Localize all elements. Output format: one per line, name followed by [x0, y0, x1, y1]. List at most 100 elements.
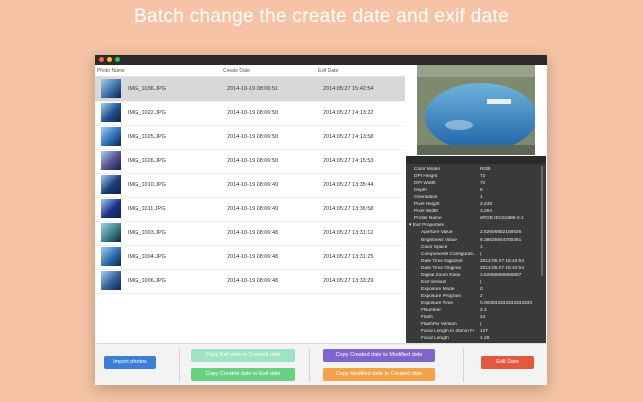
zoom-window-button[interactable] — [115, 57, 120, 62]
photo-name-cell: IMG_1025.JPG — [128, 134, 166, 140]
metadata-key: Exposure Program — [421, 293, 461, 299]
metadata-value: 2,448 — [480, 202, 493, 208]
photo-thumbnail — [101, 247, 121, 266]
create-date-cell: 2014-10-19 08:06:50 — [227, 110, 279, 116]
metadata-value: ( — [480, 279, 482, 285]
metadata-value: 1 — [480, 195, 483, 201]
metadata-key: Date Time Digitized — [421, 258, 463, 264]
title-bar — [95, 55, 547, 65]
import-photos-button[interactable]: Import photos — [104, 356, 156, 369]
edit-date-button[interactable]: Edit Date — [481, 356, 534, 369]
metadata-row: Exposure Program 2 — [406, 294, 540, 301]
minimize-window-button[interactable] — [107, 57, 112, 62]
metadata-row[interactable]: ▾ Exif Properties — [406, 223, 540, 230]
metadata-row: DPI Width 72 — [406, 181, 540, 188]
metadata-row: Focal Length 4.28 — [406, 336, 540, 343]
photo-thumbnail — [101, 175, 121, 194]
metadata-row: Color Space 1 — [406, 245, 540, 252]
metadata-value: 2.4 — [480, 308, 487, 313]
photo-name-cell: IMG_1010.JPG — [128, 182, 166, 188]
photo-thumbnail — [101, 223, 121, 242]
table-row[interactable]: IMG_1026.JPG 2014-10-19 08:06:50 2014:05:2… — [95, 149, 405, 174]
exif-date-cell: 2014:05:27 13:31:25 — [323, 254, 374, 260]
metadata-row: Exif Version ( — [406, 280, 540, 287]
copy-created-to-modified-button[interactable]: Copy Created date to Modified date — [323, 349, 435, 362]
metadata-value: 1 — [480, 244, 483, 250]
column-header-photo-name[interactable]: Photo Name — [97, 68, 125, 74]
metadata-row: FNumber 2.4 — [406, 308, 540, 315]
photo-table: Photo Name Create Date Exif Date IMG_103… — [95, 65, 405, 343]
metadata-row: Date Time Original 2014:05:27 15:42:54 — [406, 266, 540, 273]
photo-thumbnail — [101, 103, 121, 122]
exif-date-cell: 2014:05:27 13:36:58 — [323, 206, 374, 212]
copy-exif-to-created-button[interactable]: Copy Exif date to Created date — [191, 349, 295, 362]
column-header-exif-date[interactable]: Exif Date — [318, 68, 338, 74]
table-row[interactable]: IMG_1025.JPG 2014-10-19 08:06:50 2014:05:2… — [95, 125, 405, 150]
metadata-row: Components Configurati...( — [406, 252, 540, 259]
create-date-cell: 2014-10-19 08:06:48 — [227, 254, 279, 260]
metadata-value: 2.52606882168926 — [480, 230, 522, 236]
table-row[interactable]: IMG_1022.JPG 2014-10-19 08:06:50 2014:05:2… — [95, 101, 405, 126]
metadata-value: 9.38635944700461 — [480, 237, 522, 243]
separator — [179, 348, 180, 382]
photo-thumbnail — [101, 199, 121, 218]
exif-date-cell: 2014:05:27 13:33:29 — [323, 278, 374, 284]
separator — [309, 348, 310, 382]
separator — [463, 348, 464, 382]
exif-date-cell: 2014:05:27 14:15:53 — [323, 158, 374, 164]
photo-thumbnail — [101, 151, 121, 170]
metadata-key: Date Time Original — [421, 265, 461, 271]
photo-name-cell: IMG_1036.JPG — [128, 86, 166, 92]
metadata-panel-header — [406, 156, 546, 164]
metadata-value: 4.28 — [480, 336, 490, 342]
metadata-key: Exposure Mode — [421, 286, 455, 292]
metadata-scrollbar[interactable] — [541, 166, 543, 276]
table-header: Photo Name Create Date Exif Date — [95, 65, 405, 77]
exif-date-cell: 2014:05:27 13:35:44 — [323, 182, 374, 188]
table-row[interactable]: IMG_1036.JPG 2014-10-19 08:06:51 2014:05:2… — [95, 77, 405, 102]
copy-created-to-exif-button[interactable]: Copy Created date to Exif date — [191, 368, 295, 381]
metadata-row: Exposure Time 0.000833333333333333 — [406, 301, 540, 308]
metadata-value: 24 — [480, 315, 486, 321]
metadata-key: Pixel Height — [414, 202, 440, 208]
metadata-value: 0 — [480, 286, 483, 292]
metadata-key: Brightness Value — [421, 237, 457, 243]
column-header-create-date[interactable]: Create Date — [223, 68, 250, 74]
table-row[interactable]: IMG_1006.JPG 2014-10-19 08:06:48 2014:05:2… — [95, 269, 405, 294]
metadata-row: Depth 8 — [406, 188, 540, 195]
photo-name-cell: IMG_1006.JPG — [128, 278, 166, 284]
metadata-key: ▾ Exif Properties — [409, 223, 444, 229]
photo-name-cell: IMG_1004.JPG — [128, 254, 166, 260]
metadata-key: Exposure Time — [421, 300, 453, 306]
metadata-row: Pixel Height 2,448 — [406, 202, 540, 209]
metadata-value: RGB — [480, 167, 491, 172]
metadata-row: DPI Height 72 — [406, 174, 540, 181]
close-window-button[interactable] — [99, 57, 104, 62]
metadata-panel: Color Model RGB DPI Height 72 DPI Width 72 Dep… — [406, 156, 546, 343]
metadata-key: Exif Version — [421, 279, 447, 285]
exif-date-cell: 2014:05:27 15:42:54 — [323, 86, 374, 92]
metadata-key: DPI Height — [414, 174, 438, 180]
metadata-key: DPI Width — [414, 181, 436, 187]
metadata-row: Exposure Mode 0 — [406, 287, 540, 294]
metadata-row: Date Time Digitized 2014:05:27 15:42:54 — [406, 259, 540, 266]
metadata-value: 2 — [480, 293, 483, 299]
metadata-key: FlashPix Version — [421, 322, 457, 328]
metadata-value: 0.000833333333333333 — [480, 300, 533, 306]
photo-thumbnail — [101, 271, 121, 290]
exif-date-cell: 2014:05:27 14:13:58 — [323, 134, 374, 140]
photo-preview — [417, 65, 535, 155]
metadata-row: Brightness Value 9.38635944700461 — [406, 238, 540, 245]
photo-thumbnail — [101, 127, 121, 146]
photo-thumbnail — [101, 79, 121, 98]
create-date-cell: 2014-10-19 08:06:49 — [227, 206, 279, 212]
table-row[interactable]: IMG_1010.JPG 2014-10-19 08:06:49 2014:05:2… — [95, 173, 405, 198]
metadata-key: FNumber — [421, 308, 441, 313]
table-row[interactable]: IMG_1011.JPG 2014-10-19 08:06:49 2014:05:2… — [95, 197, 405, 222]
copy-modified-to-created-button[interactable]: Copy Modified date to Created date — [323, 368, 435, 381]
metadata-key: Depth — [414, 188, 427, 194]
table-row[interactable]: IMG_1004.JPG 2014-10-19 08:06:48 2014:05:2… — [95, 245, 405, 270]
metadata-key: Focal Length — [421, 336, 449, 342]
metadata-key: Profile Name — [414, 216, 442, 222]
table-row[interactable]: IMG_1003.JPG 2014-10-19 08:06:48 2014:05:2… — [95, 221, 405, 246]
